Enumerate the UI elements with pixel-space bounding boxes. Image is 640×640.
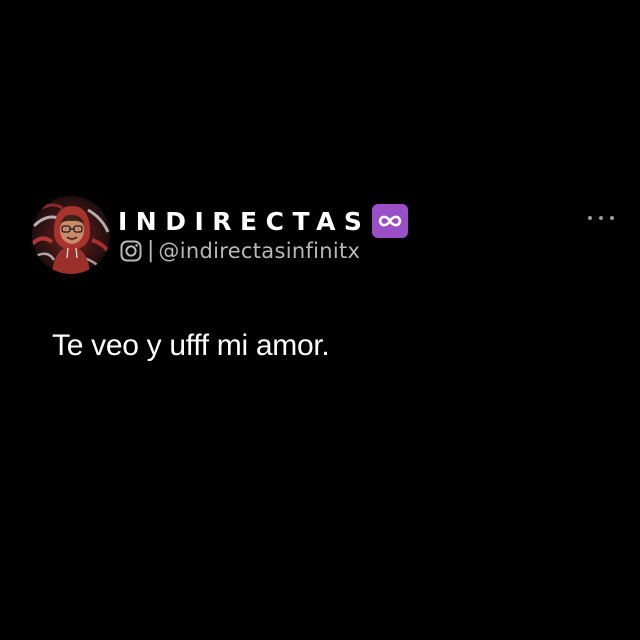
- more-dot: [588, 216, 592, 220]
- instagram-icon: [120, 240, 142, 262]
- author-name-row: INDIRECTAS: [118, 203, 409, 239]
- more-horizontal-icon[interactable]: [588, 210, 614, 226]
- handle-separator: |: [147, 238, 155, 263]
- infinity-icon: [372, 204, 409, 238]
- handle-row: | @indirectasinfinitx: [120, 236, 360, 266]
- avatar[interactable]: [32, 196, 110, 274]
- author-name[interactable]: INDIRECTAS: [118, 209, 370, 234]
- more-dot: [599, 216, 603, 220]
- avatar-illustration: [32, 196, 110, 274]
- post-text: Te veo y ufff mi amor.: [52, 329, 330, 362]
- handle[interactable]: @indirectasinfinitx: [158, 240, 360, 262]
- more-dot: [610, 216, 614, 220]
- post-card: INDIRECTAS | @indirectasinfinitx Te veo …: [0, 0, 640, 640]
